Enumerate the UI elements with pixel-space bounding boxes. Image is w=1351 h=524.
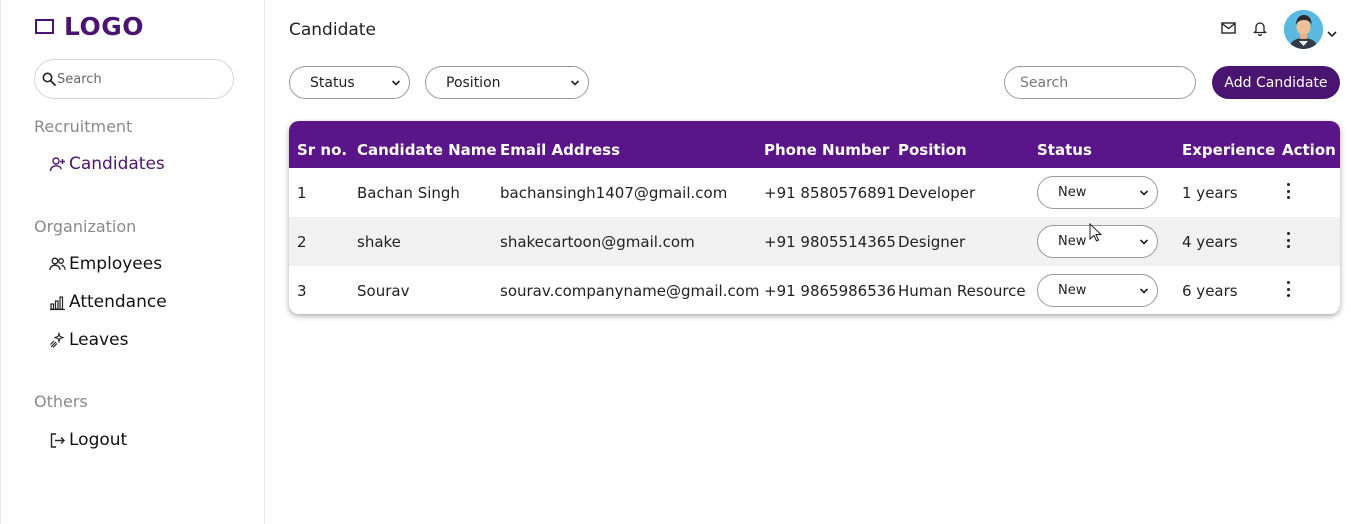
sidebar-item-label: Candidates	[69, 154, 165, 174]
sidebar-search[interactable]	[34, 59, 234, 99]
chevron-down-icon	[1139, 189, 1149, 196]
more-actions-icon[interactable]	[1282, 183, 1294, 199]
position-filter-value: Position	[446, 74, 501, 91]
status-value: New	[1058, 234, 1087, 249]
cell-phone: +91 9805514365	[764, 233, 896, 251]
cell-name: Bachan Singh	[357, 184, 460, 202]
chevron-down-icon	[391, 79, 401, 86]
cell-experience: 1 years	[1182, 184, 1238, 202]
sidebar-search-input[interactable]	[57, 71, 217, 87]
column-header: Action	[1282, 141, 1336, 159]
column-header: Phone Number	[764, 141, 890, 159]
cell-sr: 2	[297, 233, 307, 251]
status-filter-value: Status	[310, 74, 355, 91]
cell-email: bachansingh1407@gmail.com	[500, 184, 728, 202]
section-label-recruitment: Recruitment	[34, 117, 133, 136]
status-value: New	[1058, 283, 1087, 298]
sidebar-item-leaves[interactable]: Leaves	[49, 330, 128, 350]
users-icon	[49, 256, 66, 273]
candidate-search-input[interactable]	[1020, 74, 1190, 91]
add-candidate-button[interactable]: Add Candidate	[1212, 66, 1340, 99]
logo[interactable]: LOGO	[35, 12, 144, 41]
sidebar-item-label: Attendance	[69, 292, 167, 312]
column-header: Status	[1037, 141, 1092, 159]
user-plus-icon	[49, 156, 66, 173]
cell-name: shake	[357, 233, 401, 251]
chevron-down-icon	[570, 79, 580, 86]
column-header: Experience	[1182, 141, 1276, 159]
section-label-organization: Organization	[34, 217, 137, 236]
chevron-down-icon	[1139, 238, 1149, 245]
cell-experience: 4 years	[1182, 233, 1238, 251]
chevron-down-icon[interactable]	[1326, 24, 1338, 38]
more-actions-icon[interactable]	[1282, 281, 1294, 297]
status-value: New	[1058, 185, 1087, 200]
user-avatar[interactable]	[1284, 10, 1323, 49]
logo-text: LOGO	[64, 12, 145, 41]
position-filter-select[interactable]: Position	[425, 66, 589, 99]
bell-icon[interactable]	[1252, 20, 1268, 36]
sidebar-item-label: Logout	[69, 430, 128, 450]
more-actions-icon[interactable]	[1282, 232, 1294, 248]
sidebar-item-candidates[interactable]: Candidates	[49, 154, 165, 174]
sidebar-item-label: Leaves	[69, 330, 129, 350]
column-header: Sr no.	[297, 141, 348, 159]
cell-phone: +91 8580576891	[764, 184, 896, 202]
sidebar-item-employees[interactable]: Employees	[49, 254, 162, 274]
section-label-others: Others	[34, 392, 88, 411]
candidate-search[interactable]	[1004, 66, 1196, 99]
sidebar-item-label: Employees	[69, 254, 163, 274]
column-header: Position	[898, 141, 967, 159]
logo-icon	[35, 19, 54, 34]
cell-email: shakecartoon@gmail.com	[500, 233, 695, 251]
column-header: Email Address	[500, 141, 621, 159]
cell-email: sourav.companyname@gmail.com	[500, 282, 760, 300]
candidates-table: Sr no. Candidate Name Email Address Phon…	[289, 121, 1340, 314]
sparkles-icon	[49, 331, 66, 349]
table-header: Sr no. Candidate Name Email Address Phon…	[289, 121, 1340, 168]
page-title: Candidate	[289, 20, 376, 40]
sidebar-item-attendance[interactable]: Attendance	[49, 292, 167, 312]
status-filter-select[interactable]: Status	[289, 66, 410, 99]
sidebar-item-logout[interactable]: Logout	[49, 430, 127, 450]
cell-sr: 3	[297, 282, 307, 300]
cell-name: Sourav	[357, 282, 410, 300]
sidebar: LOGO Recruitment Candidates Organization…	[0, 0, 265, 524]
cell-position: Designer	[898, 233, 966, 251]
cell-sr: 1	[297, 184, 307, 202]
status-select[interactable]: New	[1037, 176, 1158, 209]
search-icon	[42, 72, 56, 86]
cell-experience: 6 years	[1182, 282, 1238, 300]
status-select[interactable]: New	[1037, 274, 1158, 307]
column-header: Candidate Name	[357, 141, 497, 159]
chevron-down-icon	[1139, 287, 1149, 294]
mouse-cursor-icon	[1089, 223, 1103, 242]
cell-phone: +91 9865986536	[764, 282, 896, 300]
cell-position: Human Resource	[898, 282, 1026, 300]
table-row: 3 Sourav sourav.companyname@gmail.com +9…	[289, 266, 1340, 314]
mail-icon[interactable]	[1220, 20, 1236, 36]
cell-position: Developer	[898, 184, 976, 202]
table-row: 1 Bachan Singh bachansingh1407@gmail.com…	[289, 168, 1340, 217]
bar-chart-icon	[49, 294, 66, 311]
table-row: 2 shake shakecartoon@gmail.com +91 98055…	[289, 217, 1340, 266]
logout-icon	[49, 432, 66, 449]
